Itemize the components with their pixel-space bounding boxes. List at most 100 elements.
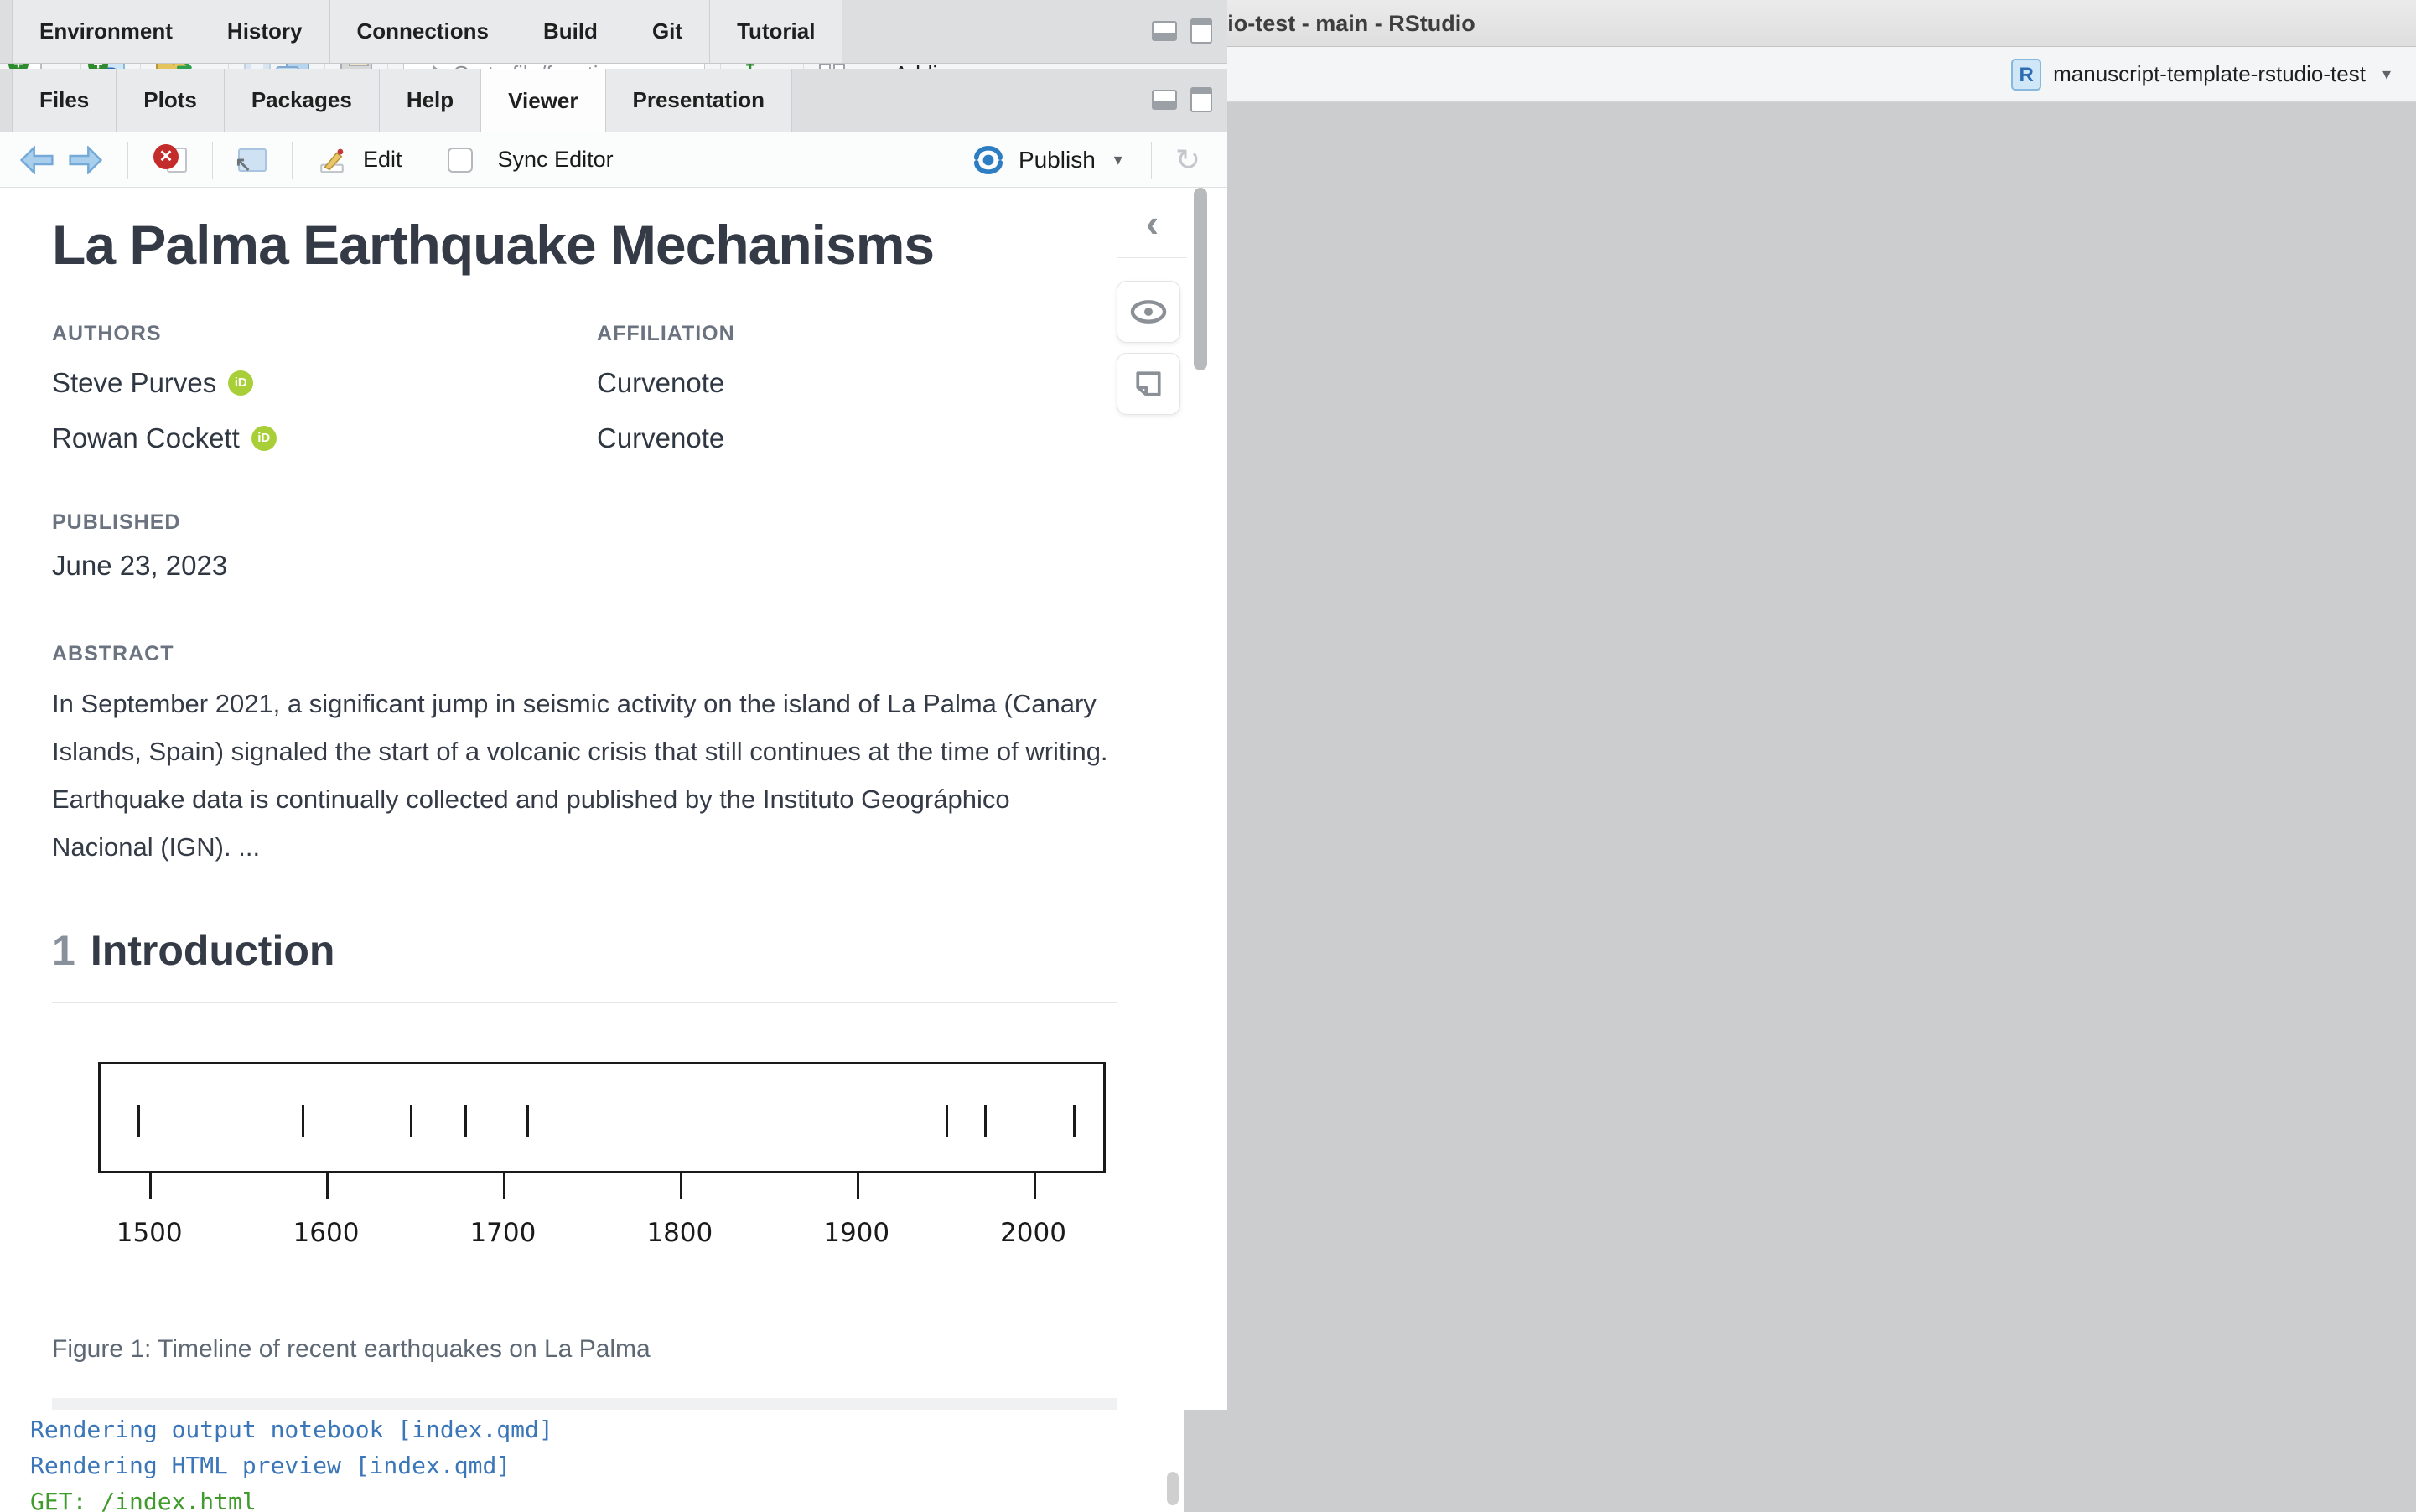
abstract-label: ABSTRACT (52, 642, 1117, 666)
publish-icon (972, 146, 1005, 174)
published-label: PUBLISHED (52, 510, 1117, 535)
show-figure-eye-button[interactable] (1117, 281, 1180, 343)
toolbar-separator (212, 142, 213, 179)
tab-presentation[interactable]: Presentation (606, 69, 793, 132)
stop-viewer-icon[interactable]: ✕ (153, 144, 187, 176)
chevron-left-icon: ‹ (1146, 201, 1159, 245)
axis-tick (149, 1173, 152, 1199)
viewer-toolbar: ✕ Edit Sync Editor Publish ▾ (0, 132, 1227, 188)
minimize-pane-icon[interactable] (1152, 90, 1177, 110)
axis-tick-label: 2000 (983, 1218, 1084, 1248)
article-title: La Palma Earthquake Mechanisms (52, 213, 1117, 277)
tab-packages[interactable]: Packages (225, 69, 380, 132)
affiliation-row: Curvenote (597, 420, 735, 457)
console-output-line: GET: /index.html (30, 1484, 1154, 1512)
maximize-pane-icon[interactable] (1190, 87, 1212, 112)
author-row: Steve Purves iD (52, 365, 1117, 401)
project-name: manuscript-template-rstudio-test (2053, 61, 2366, 87)
viewer-popout-icon[interactable] (238, 148, 267, 172)
axis-tick (857, 1173, 859, 1199)
event-tick-1646 (410, 1105, 412, 1137)
environment-tabstrip: EnvironmentHistoryConnectionsBuildGitTut… (0, 0, 1227, 64)
section-number: 1 (52, 927, 75, 974)
section-title: Introduction (91, 927, 335, 974)
affiliation-name: Curvenote (597, 422, 724, 454)
author-name: Rowan Cockett (52, 422, 240, 454)
event-tick-1971 (984, 1105, 987, 1137)
axis-tick (1034, 1173, 1036, 1199)
console-output-line: Rendering output notebook [index.qmd] (30, 1411, 1154, 1447)
figure-caption: Figure 1: Timeline of recent earthquakes… (52, 1335, 1117, 1364)
article-frontmatter: AUTHORS Steve Purves iD Rowan Cockett iD AF… (52, 322, 1117, 457)
toolbar-separator (1151, 142, 1152, 179)
collapse-margin-button[interactable]: ‹ (1117, 188, 1187, 258)
viewer-scrollbar[interactable] (1194, 188, 1207, 370)
next-block-edge (52, 1398, 1117, 1410)
rstudio-window: manuscript-template-rstudio-test - main … (0, 0, 2416, 1512)
tab-help[interactable]: Help (380, 69, 481, 132)
axis-tick (326, 1173, 329, 1199)
publish-button[interactable]: Publish (1019, 147, 1096, 173)
right-pane: EnvironmentHistoryConnectionsBuildGitTut… (0, 0, 1227, 1410)
axis-tick-label: 1500 (99, 1218, 200, 1248)
tab-files[interactable]: Files (12, 69, 117, 132)
event-tick-1492 (137, 1105, 140, 1137)
affiliation-label: AFFILIATION (597, 322, 735, 346)
sync-editor-label: Sync Editor (498, 147, 614, 173)
axis-tick-label: 1900 (806, 1218, 907, 1248)
project-dropdown-icon: ▾ (2382, 64, 2391, 85)
tab-environment[interactable]: Environment (12, 0, 200, 63)
orcid-icon[interactable]: iD (228, 370, 253, 396)
author-row: Rowan Cockett iD (52, 420, 1117, 457)
note-icon (1134, 370, 1163, 398)
publish-dropdown-icon[interactable]: ▾ (1114, 149, 1122, 170)
toolbar-separator (127, 142, 128, 179)
tab-history[interactable]: History (200, 0, 330, 63)
affiliation-name: Curvenote (597, 367, 724, 399)
event-tick-1712 (526, 1105, 529, 1137)
eye-icon (1130, 299, 1167, 324)
tab-git[interactable]: Git (625, 0, 710, 63)
edit-button[interactable]: Edit (363, 147, 402, 173)
tab-tutorial[interactable]: Tutorial (710, 0, 842, 63)
notes-button[interactable] (1117, 353, 1180, 415)
tab-build[interactable]: Build (516, 0, 625, 63)
figure-1-timeline: 1500 1600 1700 1800 1900 2000 (98, 1062, 1106, 1330)
affiliation-row: Curvenote (597, 365, 735, 401)
sync-editor-checkbox[interactable] (448, 148, 473, 173)
event-tick-1949 (946, 1105, 948, 1137)
published-date: June 23, 2023 (52, 550, 1117, 582)
console-output-line: Rendering HTML preview [index.qmd] (30, 1447, 1154, 1484)
plot-frame (98, 1062, 1106, 1173)
orcid-icon[interactable]: iD (251, 426, 277, 451)
project-cube-icon: R (2011, 59, 2041, 91)
tab-viewer[interactable]: Viewer (481, 69, 605, 133)
abstract-text: In September 2021, a significant jump in… (52, 680, 1117, 871)
edit-pencil-icon[interactable] (318, 146, 346, 174)
refresh-viewer-icon[interactable]: ↻ (1175, 142, 1200, 178)
author-name: Steve Purves (52, 367, 216, 399)
axis-tick-label: 1700 (453, 1218, 553, 1248)
viewer-forward-icon[interactable] (69, 146, 102, 174)
authors-label: AUTHORS (52, 322, 1117, 346)
section-divider (52, 1002, 1117, 1003)
axis-tick (680, 1173, 682, 1199)
viewer-document: La Palma Earthquake Mechanisms AUTHORS S… (0, 188, 1227, 1410)
axis-tick (503, 1173, 505, 1199)
project-menu-button[interactable]: R manuscript-template-rstudio-test ▾ (2011, 47, 2396, 101)
minimize-pane-icon[interactable] (1152, 21, 1177, 41)
viewer-back-icon[interactable] (20, 146, 54, 174)
axis-tick-label: 1800 (630, 1218, 730, 1248)
article: La Palma Earthquake Mechanisms AUTHORS S… (52, 188, 1117, 1364)
toolbar-separator (292, 142, 293, 179)
console-scrollbar[interactable] (1167, 1472, 1179, 1505)
event-tick-2021 (1073, 1105, 1076, 1137)
section-heading: 1 Introduction (52, 926, 1117, 975)
event-tick-1585 (302, 1105, 304, 1137)
viewer-tabstrip: FilesPlotsPackagesHelpViewerPresentation (0, 69, 1227, 132)
event-tick-1677 (464, 1105, 467, 1137)
maximize-pane-icon[interactable] (1190, 18, 1212, 44)
tab-connections[interactable]: Connections (330, 0, 516, 63)
tab-plots[interactable]: Plots (117, 69, 225, 132)
axis-tick-label: 1600 (276, 1218, 376, 1248)
